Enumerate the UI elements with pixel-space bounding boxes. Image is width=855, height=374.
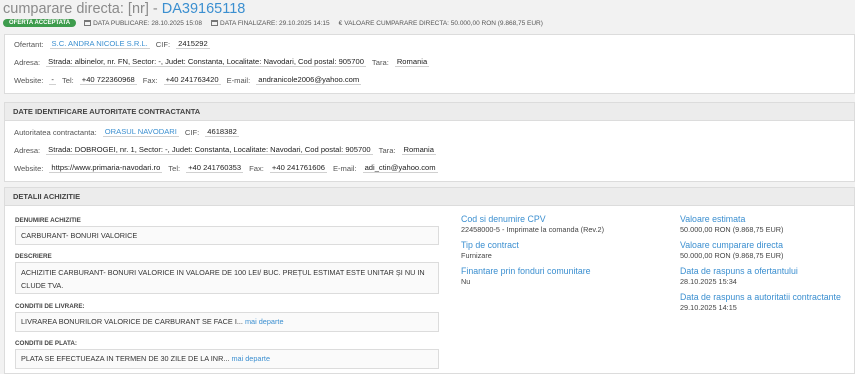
details-panel: DETALII ACHIZITIE DENUMIRE ACHIZITIE CAR… [4,187,855,374]
description-line-1: ACHIZITIE CARBURANT- BONURI VALORICE IN … [21,268,425,277]
description-box: ACHIZITIE CARBURANT- BONURI VALORICE IN … [15,262,439,294]
authority-response-date: 29.10.2025 14:15 [680,303,737,312]
authority-email: adi_ctin@yahoo.com [362,163,438,173]
authority-panel: DATE IDENTIFICARE AUTORITATE CONTRACTANT… [4,102,855,182]
authority-row-2: Adresa: Strada: DOBROGEI, nr. 1, Sector:… [14,145,442,155]
publish-date-text: DATA PUBLICARE: 28.10.2025 15:08 [93,19,202,27]
purchase-value-block: Valoare cumparare directa 50.000,00 RON … [680,240,783,261]
funding-heading: Finantare prin fonduri comunitare [461,266,591,276]
estimated-value: 50.000,00 RON (9.868,75 EUR) [680,225,784,234]
tel-label: Tel: [168,163,181,173]
final-date: DATA FINALIZARE: 29.10.2025 14:15 [211,20,330,27]
status-badge: OFERTA ACCEPTATA [3,19,77,27]
supplier-row-1: Ofertant: S.C. ANDRA NICOLE S.R.L. CIF: … [14,39,216,49]
supplier-fax: +40 241763420 [163,75,221,85]
cif-label: CIF: [184,127,200,137]
delivery-conditions: LIVRAREA BONURILOR VALORICE DE CARBURANT… [21,317,243,326]
supplier-response-block: Data de raspuns a ofertantului 28.10.202… [680,266,798,287]
authority-country: Romania [401,145,436,155]
page-header: cumparare directa: [nr] - DA39165118 OFE… [0,0,855,28]
calendar-icon [211,20,218,26]
supplier-response-heading: Data de raspuns a ofertantului [680,266,798,276]
contract-type-block: Tip de contract Furnizare [461,240,519,261]
authority-label: Autoritatea contractanta: [14,127,97,137]
country-label: Tara: [371,57,389,67]
publish-date: DATA PUBLICARE: 28.10.2025 15:08 [84,20,202,27]
euro-icon: € [338,19,343,27]
supplier-address: Strada: albinelor, nr. FN, Sector: -, Ju… [46,57,366,67]
email-label: E-mail: [226,75,251,85]
authority-tel: +40 241760353 [186,163,244,173]
payment-conditions: PLATA SE EFECTUEAZA IN TERMEN DE 30 ZILE… [21,354,230,363]
supplier-panel: Ofertant: S.C. ANDRA NICOLE S.R.L. CIF: … [4,34,855,94]
authority-row-1: Autoritatea contractanta: ORASUL NAVODAR… [14,127,245,137]
cpv-block: Cod si denumire CPV 22458000-5 - Imprima… [461,214,604,235]
supplier-tel: +40 722360968 [79,75,137,85]
cif-label: CIF: [155,39,171,49]
authority-section-title: DATE IDENTIFICARE AUTORITATE CONTRACTANT… [5,103,854,121]
address-label: Adresa: [14,145,41,155]
payment-conditions-box: PLATA SE EFECTUEAZA IN TERMEN DE 30 ZILE… [15,349,439,369]
acquisition-name-label: DENUMIRE ACHIZITIE [15,217,81,224]
cpv-heading: Cod si denumire CPV [461,214,546,224]
supplier-row-3: Website: - Tel: +40 722360968 Fax: +40 2… [14,75,367,85]
final-date-text: DATA FINALIZARE: 29.10.2025 14:15 [220,19,330,27]
cpv-value: 22458000-5 - Imprimate la comanda (Rev.2… [461,225,605,234]
delivery-more-link[interactable]: mai departe [245,317,284,326]
calendar-icon [84,20,92,26]
supplier-country: Romania [394,57,430,67]
authority-cif: 4618382 [205,127,239,137]
funding-block: Finantare prin fonduri comunitare Nu [461,266,591,287]
procedure-code: DA39165118 [161,1,246,17]
payment-conditions-label: CONDITII DE PLATA: [15,340,78,347]
supplier-name-link[interactable]: S.C. ANDRA NICOLE S.R.L. [49,39,150,49]
contract-type-value: Furnizare [461,251,492,260]
page-title: cumparare directa: [nr] - DA39165118 [3,1,852,17]
authority-website: https://www.primaria-navodari.ro [49,163,163,173]
authority-address: Strada: DOBROGEI, nr. 1, Sector: -, Jude… [46,145,373,155]
supplier-row-2: Adresa: Strada: albinelor, nr. FN, Secto… [14,57,435,67]
delivery-conditions-label: CONDITII DE LIVRARE: [15,303,85,310]
contract-type-heading: Tip de contract [461,240,519,250]
description-line-2: CLUDE TVA. [21,281,64,290]
supplier-website: - [49,75,56,85]
fax-label: Fax: [249,163,264,173]
authority-fax: +40 241761606 [269,163,327,173]
delivery-conditions-box: LIVRAREA BONURILOR VALORICE DE CARBURANT… [15,312,439,332]
title-prefix: cumparare directa: [nr] - [3,1,162,17]
purchase-value: 50.000,00 RON (9.868,75 EUR) [680,251,784,260]
funding-value: Nu [461,277,471,286]
description-label: DESCRIERE [15,253,52,260]
value-text: VALOARE CUMPARARE DIRECTA: 50.000,00 RON… [344,19,543,27]
authority-response-heading: Data de raspuns a autoritatii contractan… [680,292,841,302]
website-label: Website: [14,75,44,85]
supplier-email: andranicole2006@yahoo.com [256,75,362,85]
details-section-title: DETALII ACHIZITIE [5,188,854,206]
acquisition-name: CARBURANT- BONURI VALORICE [21,231,138,240]
page: cumparare directa: [nr] - DA39165118 OFE… [0,0,855,374]
estimated-value-block: Valoare estimata 50.000,00 RON (9.868,75… [680,214,783,235]
payment-more-link[interactable]: mai departe [231,354,270,363]
authority-name-link[interactable]: ORASUL NAVODARI [102,127,179,137]
authority-response-block: Data de raspuns a autoritatii contractan… [680,292,841,313]
address-label: Adresa: [14,57,41,67]
purchase-value-heading: Valoare cumparare directa [680,240,784,250]
authority-row-3: Website: https://www.primaria-navodari.r… [14,163,444,173]
supplier-cif: 2415292 [176,39,210,49]
header-meta: OFERTA ACCEPTATA DATA PUBLICARE: 28.10.2… [3,17,852,29]
supplier-response-date: 28.10.2025 15:34 [680,277,737,286]
supplier-label: Ofertant: [14,39,44,49]
value-info: € VALOARE CUMPARARE DIRECTA: 50.000,00 RO… [339,20,543,27]
website-label: Website: [14,163,44,173]
fax-label: Fax: [142,75,158,85]
country-label: Tara: [378,145,396,155]
acquisition-name-box: CARBURANT- BONURI VALORICE [15,226,439,245]
estimated-value-heading: Valoare estimata [680,214,746,224]
email-label: E-mail: [332,163,357,173]
tel-label: Tel: [61,75,74,85]
